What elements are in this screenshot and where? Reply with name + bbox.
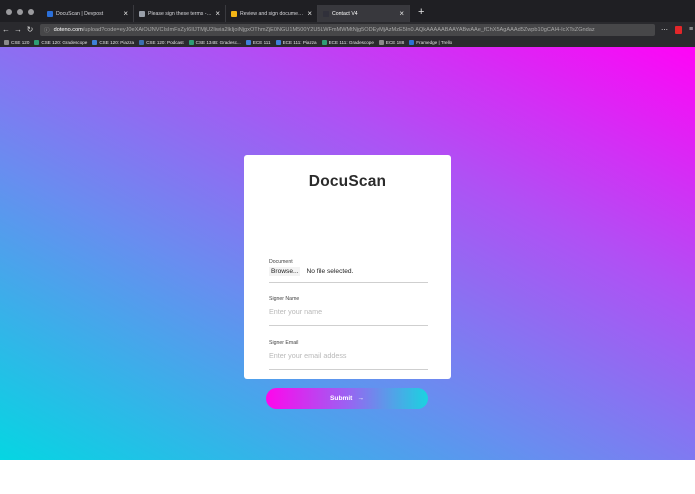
signer-name-underline — [269, 325, 428, 326]
tab-favicon-icon — [231, 10, 237, 17]
tab-title: Review and sign document(s) — [240, 10, 305, 17]
tab-favicon-icon — [323, 10, 329, 17]
bookmark-item[interactable]: Framedge | Trello — [409, 39, 453, 45]
minimize-window-button[interactable] — [17, 9, 23, 15]
close-window-button[interactable] — [6, 9, 12, 15]
site-info-icon[interactable]: ⓘ — [44, 26, 50, 34]
form-card: DocuScan Document Browse... No file sele… — [244, 155, 451, 409]
bookmark-label: ECE 111 — [252, 39, 271, 45]
signer-name-input[interactable]: Enter your name — [269, 307, 428, 316]
signer-email-underline — [269, 369, 428, 370]
bookmark-favicon-icon — [92, 39, 98, 45]
bookmark-item[interactable]: ECE 111 — [245, 39, 271, 45]
new-tab-button[interactable]: + — [410, 6, 424, 22]
bookmark-item[interactable]: ECE 111: Gradescope — [321, 39, 374, 45]
close-tab-icon[interactable]: × — [399, 9, 404, 18]
bookmark-item[interactable]: CSE 120: Gradescope — [34, 39, 88, 45]
navigation-bar: ← → ↻ ⓘ doteno.com/upload?code=eyJ0eXAiO… — [0, 22, 695, 37]
page-actions-icon[interactable]: ⋯ — [661, 26, 668, 34]
bookmark-item[interactable]: CSE 120: Podcast — [139, 39, 184, 45]
signer-email-label: Signer Email — [269, 340, 299, 346]
app-title: DocuScan — [308, 173, 387, 190]
bookmark-label: ECE 111: Piazza — [282, 39, 317, 45]
bookmark-favicon-icon — [4, 39, 9, 45]
bookmark-label: CSE 134B: Gradesc... — [195, 39, 241, 45]
bookmark-label: ECE 111: Gradescope — [328, 39, 374, 45]
document-label: Document — [269, 259, 293, 265]
bookmark-item[interactable]: CSE 120: Piazza — [92, 39, 135, 45]
tab-title: DocuScan | Devpost — [56, 10, 104, 17]
tab-title: Contact V4 — [332, 10, 358, 17]
url-path: /upload?code=eyJ0eXAiOiJNVCIsImFsZyI6IlJ… — [82, 26, 595, 33]
bookmark-item[interactable]: ECE 188 — [378, 39, 405, 45]
close-tab-icon[interactable]: × — [215, 9, 220, 18]
url-domain: doteno.com — [53, 26, 83, 33]
signer-email-field[interactable]: Signer Email Enter your email addess — [269, 340, 428, 370]
bookmark-favicon-icon — [378, 39, 384, 45]
tab-favicon-icon — [139, 10, 145, 17]
bookmark-favicon-icon — [34, 39, 40, 45]
browser-tab[interactable]: DocuScan | Devpost × — [42, 5, 134, 22]
bookmark-item[interactable]: CSE 120 — [4, 39, 30, 45]
toolbar-right: ⋯ ≡ — [661, 25, 693, 34]
close-tab-icon[interactable]: × — [123, 9, 128, 18]
arrow-right-icon: → — [357, 395, 364, 402]
bookmarks-bar: CSE 120 CSE 120: Gradescope CSE 120: Piazz… — [0, 37, 695, 47]
browser-titlebar: DocuScan | Devpost × Please sign these ter… — [0, 0, 695, 22]
bookmark-label: Framedge | Trello — [416, 39, 453, 45]
browser-tab[interactable]: Please sign these terms - ann × — [134, 5, 226, 22]
bookmark-label: ECE 188 — [385, 39, 405, 45]
browser-tab[interactable]: Review and sign document(s) × — [226, 5, 318, 22]
bookmark-label: CSE 120: Podcast — [146, 39, 184, 45]
bookmark-favicon-icon — [139, 39, 145, 45]
file-status: No file selected. — [306, 268, 354, 275]
document-field: Document Browse... No file selected. — [269, 259, 428, 283]
bookmark-label: CSE 120 — [11, 39, 30, 45]
close-tab-icon[interactable]: × — [307, 9, 312, 18]
window-controls — [0, 9, 42, 22]
bookmark-label: CSE 120: Gradescope — [41, 39, 88, 45]
browser-tab[interactable]: Contact V4 × — [318, 5, 410, 22]
bookmark-label: CSE 120: Piazza — [99, 39, 135, 45]
bookmark-item[interactable]: ECE 111: Piazza — [275, 39, 317, 45]
bookmark-favicon-icon — [275, 39, 281, 45]
tab-favicon-icon — [47, 10, 53, 17]
signer-email-input[interactable]: Enter your email addess — [269, 351, 428, 360]
submit-label: Submit — [330, 395, 353, 402]
url-bar[interactable]: ⓘ doteno.com/upload?code=eyJ0eXAiOiJNVCI… — [40, 23, 655, 36]
bookmark-favicon-icon — [245, 39, 251, 45]
tab-strip: DocuScan | Devpost × Please sign these ter… — [42, 5, 410, 22]
reload-icon[interactable]: ↻ — [24, 25, 36, 34]
bookmark-favicon-icon — [188, 39, 194, 45]
bookmark-favicon-icon — [409, 39, 415, 45]
back-icon[interactable]: ← — [0, 25, 12, 34]
signer-name-label: Signer Name — [269, 296, 300, 302]
browse-button[interactable]: Browse... — [269, 267, 301, 276]
bookmark-item[interactable]: CSE 134B: Gradesc... — [188, 39, 241, 45]
forward-icon[interactable]: → — [12, 25, 24, 34]
zoom-window-button[interactable] — [28, 9, 34, 15]
file-input[interactable]: Browse... No file selected. — [269, 267, 428, 276]
signer-name-field[interactable]: Signer Name Enter your name — [269, 296, 428, 326]
submit-button[interactable]: Submit → — [266, 388, 428, 409]
page-background: DocuScan Document Browse... No file sele… — [0, 47, 695, 460]
tab-title: Please sign these terms - ann — [148, 10, 213, 17]
menu-icon[interactable]: ≡ — [689, 26, 693, 33]
extension-icon[interactable] — [675, 25, 682, 34]
document-underline — [269, 282, 428, 283]
bookmark-favicon-icon — [321, 39, 327, 45]
